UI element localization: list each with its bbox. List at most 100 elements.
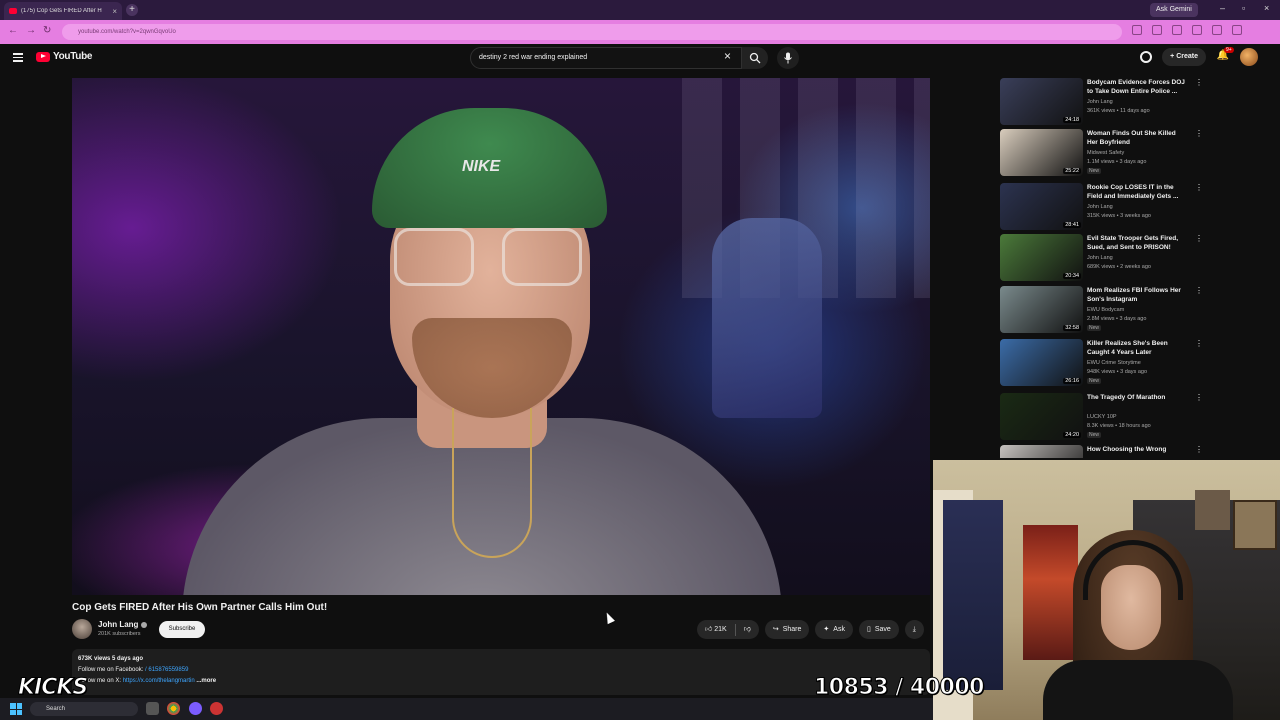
- recommendation-title[interactable]: Woman Finds Out She Killed Her Boyfriend: [1087, 129, 1187, 147]
- recommendation-title[interactable]: Mom Realizes FBI Follows Her Son's Insta…: [1087, 286, 1187, 304]
- browser-menu-icon[interactable]: [1232, 25, 1242, 35]
- more-options-icon[interactable]: ⋮: [1195, 445, 1203, 454]
- more-options-icon[interactable]: ⋮: [1195, 183, 1203, 192]
- new-badge: New: [1087, 378, 1102, 384]
- recommendation-title[interactable]: Rookie Cop LOSES IT in the Field and Imm…: [1087, 183, 1187, 201]
- x-link[interactable]: https://x.com/thelangmartin: [123, 678, 195, 684]
- recommendation-thumbnail[interactable]: 25:22: [1000, 129, 1083, 176]
- clear-search-icon[interactable]: ×: [724, 49, 731, 63]
- youtube-logo-text: YouTube: [53, 51, 93, 62]
- recommendation-item[interactable]: 28:41 Rookie Cop LOSES IT in the Field an…: [1000, 183, 1205, 233]
- recommendation-item[interactable]: 26:16 Killer Realizes She's Been Caught 4…: [1000, 339, 1205, 389]
- description-line-x: Follow me on X: https://x.com/thelangmar…: [78, 676, 924, 687]
- share-button[interactable]: ↪ Share: [764, 620, 810, 639]
- recommendation-channel[interactable]: John Lang: [1087, 255, 1113, 261]
- tab-close-icon[interactable]: ×: [112, 7, 117, 16]
- menu-icon[interactable]: [13, 53, 23, 64]
- recommendation-channel[interactable]: John Lang: [1087, 99, 1113, 105]
- windows-start-icon[interactable]: [10, 703, 22, 715]
- task-view-icon[interactable]: [146, 702, 159, 715]
- voice-search-button[interactable]: [777, 47, 799, 69]
- chrome-icon[interactable]: [167, 702, 180, 715]
- more-options-icon[interactable]: ⋮: [1195, 129, 1203, 138]
- recommendation-thumbnail[interactable]: 24:18: [1000, 78, 1083, 125]
- recommendation-thumbnail[interactable]: [1000, 445, 1083, 458]
- obs-icon[interactable]: [210, 702, 223, 715]
- recommendation-item[interactable]: 24:20 The Tragedy Of Marathon LUCKY 10P 8.3…: [1000, 393, 1205, 443]
- back-icon[interactable]: ←: [8, 25, 18, 36]
- minimize-icon[interactable]: –: [1220, 3, 1225, 13]
- like-button[interactable]: 👍︎ 21K: [705, 620, 727, 639]
- recommendation-thumbnail[interactable]: 32:58: [1000, 286, 1083, 333]
- reload-icon[interactable]: ↻: [43, 25, 51, 36]
- share-icon: ↪: [772, 626, 779, 633]
- ask-gemini-button[interactable]: Ask Gemini: [1150, 3, 1198, 17]
- gaming-chair: [712, 218, 822, 418]
- recommendation-item[interactable]: How Choosing the Wrong ⋮: [1000, 445, 1205, 458]
- maximize-icon[interactable]: ▫: [1242, 3, 1245, 13]
- split-view-icon[interactable]: [1192, 25, 1202, 35]
- description-box[interactable]: 673K views 5 days ago Follow me on Faceb…: [72, 649, 930, 695]
- video-player[interactable]: NIKE: [72, 78, 930, 595]
- recommendation-title[interactable]: The Tragedy Of Marathon: [1087, 393, 1187, 402]
- youtube-logo[interactable]: YouTube: [36, 51, 93, 62]
- dislike-button[interactable]: 👎︎: [744, 620, 751, 639]
- save-button[interactable]: ▯ Save: [858, 620, 899, 639]
- youtube-play-icon: [36, 51, 50, 62]
- forward-icon[interactable]: →: [26, 25, 36, 36]
- recommendation-title[interactable]: Bodycam Evidence Forces DOJ to Take Down…: [1087, 78, 1187, 96]
- recommendation-channel[interactable]: John Lang: [1087, 204, 1113, 210]
- more-options-icon[interactable]: ⋮: [1195, 286, 1203, 295]
- recommendation-channel[interactable]: Midwest Safety: [1087, 150, 1124, 156]
- recommendation-title[interactable]: Evil State Trooper Gets Fired, Sued, and…: [1087, 234, 1187, 252]
- recommendation-thumbnail[interactable]: 20:34: [1000, 234, 1083, 281]
- create-button[interactable]: + Create: [1162, 48, 1206, 66]
- more-options-icon[interactable]: ⋮: [1195, 234, 1203, 243]
- show-more-link[interactable]: ...more: [196, 678, 216, 684]
- settings-gear-icon[interactable]: [1140, 51, 1153, 63]
- new-tab-button[interactable]: +: [126, 4, 138, 16]
- account-avatar[interactable]: [1240, 48, 1258, 66]
- recommendation-thumbnail[interactable]: 24:20: [1000, 393, 1083, 440]
- search-button[interactable]: [742, 47, 768, 69]
- video-duration: 32:58: [1063, 325, 1081, 331]
- video-actions: 👍︎ 21K 👎︎ ↪ Share ✦ Ask ▯ Save ⤓: [697, 620, 924, 639]
- profile-icon[interactable]: [1212, 25, 1222, 35]
- ask-button[interactable]: ✦ Ask: [815, 620, 853, 639]
- browser-tab[interactable]: (175) Cop Gets FIRED After H ×: [4, 2, 122, 20]
- recommendation-title[interactable]: How Choosing the Wrong: [1087, 445, 1187, 454]
- recommendation-item[interactable]: 24:18 Bodycam Evidence Forces DOJ to Take…: [1000, 78, 1205, 128]
- recommendation-thumbnail[interactable]: 28:41: [1000, 183, 1083, 230]
- download-button[interactable]: ⤓: [904, 620, 924, 639]
- channel-name-row[interactable]: John Lang: [98, 620, 148, 629]
- search-input[interactable]: destiny 2 red war ending explained: [470, 47, 742, 69]
- bookmark-star-icon[interactable]: [1152, 25, 1162, 35]
- video-duration: 24:20: [1063, 432, 1081, 438]
- channel-name[interactable]: John Lang: [98, 620, 138, 629]
- url-field[interactable]: youtube.com/watch?v=2qwnGqvoUo: [62, 24, 1122, 40]
- recommendation-item[interactable]: 20:34 Evil State Trooper Gets Fired, Sued…: [1000, 234, 1205, 284]
- recommendation-item[interactable]: 25:22 Woman Finds Out She Killed Her Boyf…: [1000, 129, 1205, 179]
- channel-avatar[interactable]: [72, 619, 92, 639]
- subscribe-button[interactable]: Subscribe: [159, 621, 205, 638]
- more-options-icon[interactable]: ⋮: [1195, 78, 1203, 87]
- facebook-link[interactable]: / 615876559859: [145, 667, 188, 673]
- more-options-icon[interactable]: ⋮: [1195, 339, 1203, 348]
- notifications-bell-icon[interactable]: 🔔 9+: [1216, 47, 1234, 64]
- recommendation-meta: 948K views • 3 days ago: [1087, 369, 1148, 375]
- mouse-cursor-icon: [603, 610, 615, 625]
- close-window-icon[interactable]: ×: [1264, 3, 1269, 13]
- recommendation-thumbnail[interactable]: 26:16: [1000, 339, 1083, 386]
- recommendation-channel[interactable]: EWU Bodycam: [1087, 307, 1124, 313]
- app-icon[interactable]: [189, 702, 202, 715]
- taskbar-search[interactable]: Search: [30, 702, 138, 716]
- more-options-icon[interactable]: ⋮: [1195, 393, 1203, 402]
- new-badge: New: [1087, 168, 1102, 174]
- extensions-icon[interactable]: [1172, 25, 1182, 35]
- recommendation-title[interactable]: Killer Realizes She's Been Caught 4 Year…: [1087, 339, 1187, 357]
- recommendation-channel[interactable]: LUCKY 10P: [1087, 414, 1117, 420]
- recommendation-item[interactable]: 32:58 Mom Realizes FBI Follows Her Son's …: [1000, 286, 1205, 336]
- video-duration: 25:22: [1063, 168, 1081, 174]
- recommendation-channel[interactable]: EWU Crime Storytime: [1087, 360, 1141, 366]
- cast-icon[interactable]: [1132, 25, 1142, 35]
